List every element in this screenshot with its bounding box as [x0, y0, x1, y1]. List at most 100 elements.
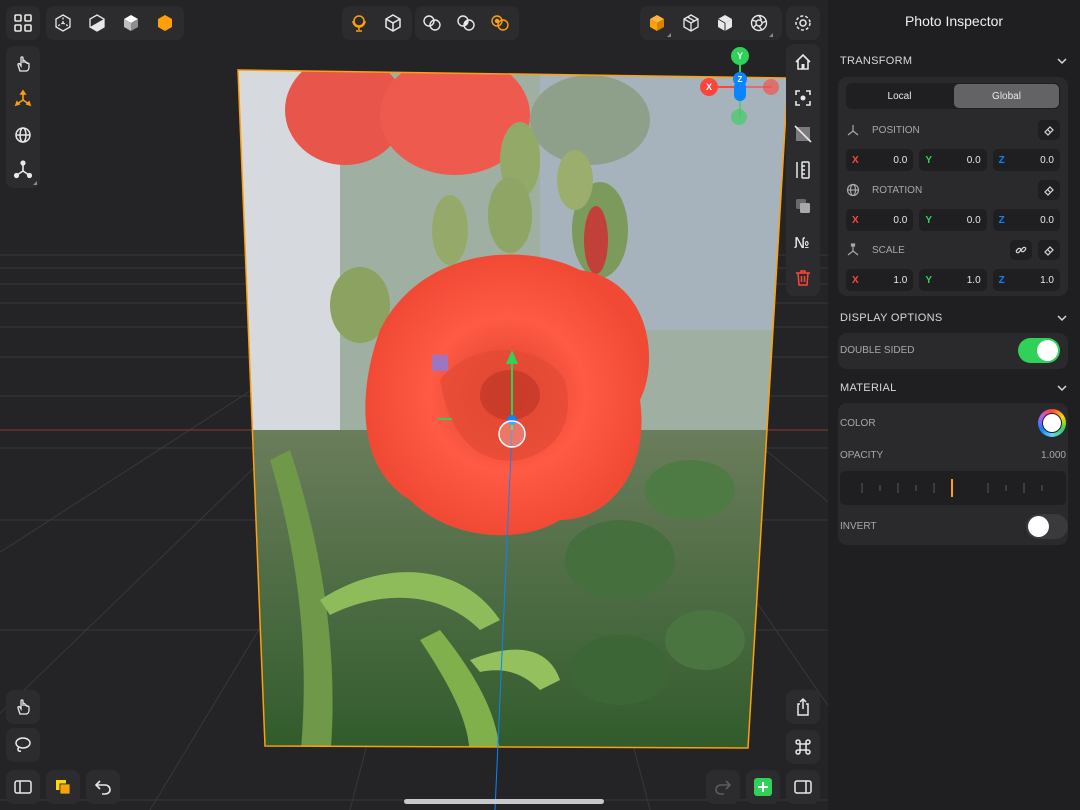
photo-plane[interactable] [230, 55, 800, 760]
scale-reset-button[interactable] [1038, 240, 1060, 260]
duplicate-button[interactable] [786, 188, 820, 224]
scale-fields: X 1.0 Y 1.0 Z 1.0 [846, 269, 1060, 291]
home-view-button[interactable] [786, 44, 820, 80]
display-options-section-header[interactable]: DISPLAY OPTIONS [840, 308, 1068, 328]
grid-button[interactable] [6, 6, 40, 40]
subtract-button[interactable] [483, 6, 517, 40]
move-tool-button[interactable] [6, 82, 40, 118]
wireframe-button[interactable] [46, 6, 80, 40]
x-axis-label: X [852, 214, 859, 226]
position-x-value: 0.0 [893, 154, 908, 166]
transform-section-header[interactable]: TRANSFORM [840, 51, 1068, 71]
eraser-icon [1044, 186, 1054, 196]
share-button[interactable] [786, 690, 820, 724]
focus-button[interactable] [786, 80, 820, 116]
camera-button[interactable] [742, 6, 776, 40]
position-label: POSITION [872, 124, 920, 136]
orientation-gizmo[interactable]: Y X Z [700, 45, 784, 125]
split-mode-button[interactable] [708, 6, 742, 40]
opacity-label: OPACITY [840, 450, 884, 461]
hide-icon [794, 125, 812, 143]
scale-z-field[interactable]: Z 1.0 [992, 269, 1060, 291]
chevron-down-icon [1057, 58, 1067, 65]
sidebar-right-button[interactable] [786, 770, 820, 804]
3d-viewport[interactable]: Y X Z № [0, 0, 828, 810]
redo-button[interactable] [706, 770, 740, 804]
gizmo-neg-y-ball[interactable] [731, 109, 747, 125]
position-z-field[interactable]: Z 0.0 [992, 149, 1060, 171]
eraser-icon [1044, 126, 1054, 136]
solid-button[interactable] [114, 6, 148, 40]
undo-button[interactable] [86, 770, 120, 804]
position-fields: X 0.0 Y 0.0 Z 0.0 [846, 149, 1060, 171]
intersect-button[interactable] [449, 6, 483, 40]
y-axis-label: Y [925, 274, 932, 286]
rotate-icon [846, 183, 860, 197]
invert-toggle[interactable] [1026, 514, 1068, 539]
opacity-slider[interactable] [840, 471, 1066, 505]
home-indicator [404, 799, 604, 804]
hide-button[interactable] [786, 116, 820, 152]
material-button[interactable] [148, 6, 182, 40]
position-reset-button[interactable] [1038, 120, 1060, 140]
gizmo-neg-x-ball[interactable] [763, 79, 779, 95]
opacity-slider-ticks [861, 479, 1043, 497]
sidebar-left-icon [14, 780, 32, 794]
hexagon-icon [158, 15, 172, 31]
scale-z-value: 1.0 [1040, 274, 1054, 286]
select-tool-button[interactable] [6, 46, 40, 82]
aperture-icon [750, 14, 768, 32]
primitives-toolbar [342, 6, 412, 40]
position-x-field[interactable]: X 0.0 [846, 149, 914, 171]
transform-header-label: TRANSFORM [840, 55, 913, 67]
lasso-button[interactable] [6, 728, 40, 762]
pivot-tool-button[interactable] [6, 153, 40, 189]
delete-button[interactable] [786, 260, 820, 296]
settings-button[interactable] [786, 6, 820, 40]
add-cube-button[interactable] [376, 6, 410, 40]
pan-button[interactable] [6, 690, 40, 724]
move-axes-icon [14, 89, 32, 107]
svg-text:№: № [794, 234, 810, 252]
position-z-value: 0.0 [1040, 154, 1054, 166]
command-button[interactable] [786, 730, 820, 764]
settings-icon [795, 15, 811, 31]
numbering-button[interactable]: № [786, 224, 820, 260]
object-mode-button[interactable] [640, 6, 674, 40]
gizmo-y-ball[interactable]: Y [731, 47, 749, 65]
position-y-field[interactable]: Y 0.0 [919, 149, 987, 171]
rotation-reset-button[interactable] [1038, 180, 1060, 200]
layers-button[interactable] [46, 770, 80, 804]
environment-button[interactable] [342, 6, 376, 40]
sidebar-left-button[interactable] [6, 770, 40, 804]
plane-handle[interactable] [432, 355, 448, 371]
space-local-option[interactable]: Local [847, 84, 952, 108]
color-picker-button[interactable] [1038, 409, 1066, 437]
rotate-tool-button[interactable] [6, 117, 40, 153]
scale-x-field[interactable]: X 1.0 [846, 269, 914, 291]
z-axis-label: Z [998, 274, 1005, 286]
double-sided-toggle[interactable] [1018, 338, 1060, 363]
color-label: COLOR [840, 418, 876, 429]
rotation-z-field[interactable]: Z 0.0 [992, 209, 1060, 231]
measure-button[interactable] [786, 152, 820, 188]
center-handle[interactable] [498, 420, 526, 448]
union-button[interactable] [415, 6, 449, 40]
rotation-x-field[interactable]: X 0.0 [846, 209, 914, 231]
scale-y-field[interactable]: Y 1.0 [919, 269, 987, 291]
transform-card: Local Global POSITION X 0.0 Y 0.0 Z 0.0 ROT… [838, 77, 1068, 296]
rotation-z-value: 0.0 [1040, 214, 1054, 226]
display-options-card: DOUBLE SIDED [838, 333, 1068, 369]
mesh-mode-button[interactable] [674, 6, 708, 40]
gizmo-y-label: Y [736, 51, 743, 61]
gizmo-x-ball[interactable]: X [700, 78, 718, 96]
gizmo-z-ball[interactable]: Z [733, 72, 747, 86]
space-global-option[interactable]: Global [954, 84, 1059, 108]
rotation-y-field[interactable]: Y 0.0 [919, 209, 987, 231]
scale-link-button[interactable] [1010, 240, 1032, 260]
half-shaded-button[interactable] [80, 6, 114, 40]
material-section-header[interactable]: MATERIAL [840, 378, 1068, 398]
add-button[interactable] [746, 770, 780, 804]
measure-icon [796, 161, 810, 179]
redo-icon [715, 780, 732, 795]
